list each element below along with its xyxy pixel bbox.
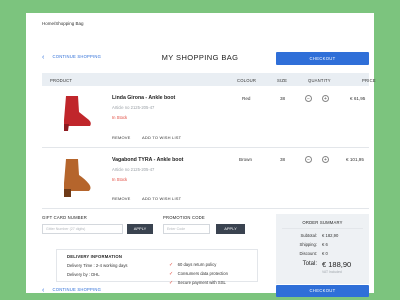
shipping-label: Shipping: <box>299 242 317 247</box>
stock-status: In Stock <box>112 177 128 182</box>
chevron-left-icon: ‹ <box>42 287 45 294</box>
gift-card-apply-button[interactable]: APPLY <box>127 224 153 234</box>
col-price: PRICE <box>362 77 376 83</box>
delivery-info-box: DELIVERY INFORMATION Delivery Time : 2-4… <box>56 249 258 286</box>
add-to-wishlist-button[interactable]: ADD TO WISH LIST <box>142 135 181 140</box>
product-price: € 101,95 <box>346 157 364 162</box>
article-number: Article no 2125-205-47 <box>112 167 155 172</box>
vat-note: VAT Included <box>322 270 342 274</box>
subtotal-label: Subtotal: <box>300 233 317 238</box>
promo-code-input[interactable]: Enter Code <box>163 224 210 234</box>
discount-value: € 0 <box>322 251 328 256</box>
increase-qty-button[interactable]: + <box>322 95 329 102</box>
stock-status: In Stock <box>112 115 128 120</box>
total-value: € 188,90 <box>322 260 352 269</box>
product-image-red-boot[interactable] <box>56 90 96 134</box>
checkout-button-bottom[interactable]: CHECKOUT <box>276 285 369 297</box>
col-size: SIZE <box>277 77 288 83</box>
product-name[interactable]: Vagabond TYRA - Ankle boot <box>112 157 183 163</box>
shipping-value: € 6 <box>322 242 328 247</box>
subtotal-value: € 182,90 <box>322 233 339 238</box>
discount-label: Discount: <box>299 251 317 256</box>
col-quantity: QUANTITY <box>308 77 331 83</box>
check-icon: ✓ <box>169 280 174 286</box>
delivery-heading: DELIVERY INFORMATION <box>67 254 123 259</box>
col-product: PRODUCT <box>50 77 73 83</box>
add-to-wishlist-button[interactable]: ADD TO WISH LIST <box>142 196 181 201</box>
checkout-button-top[interactable]: CHECKOUT <box>276 52 369 65</box>
table-header: PRODUCT COLOUR SIZE QUANTITY PRICE <box>42 73 376 86</box>
decrease-qty-button[interactable]: − <box>305 156 312 163</box>
product-colour: Red <box>242 96 251 101</box>
delivery-carrier: Delivery by : DHL <box>67 272 100 277</box>
delivery-time: Delivery Time : 2-4 working days <box>67 263 128 268</box>
promo-code-apply-button[interactable]: APPLY <box>216 224 245 234</box>
promo-code-label: PROMOTION CODE <box>163 215 205 220</box>
article-number: Article no 2125-205-47 <box>112 105 155 110</box>
product-name[interactable]: Linda Girona - Ankle boot <box>112 95 175 101</box>
order-summary-heading: ORDER SUMMARY <box>302 220 343 225</box>
product-size: 38 <box>280 96 286 101</box>
divider <box>42 208 369 209</box>
product-price: € 61,95 <box>350 96 366 101</box>
gift-card-label: GIFT CARD NUMBER <box>42 215 87 220</box>
increase-qty-button[interactable]: + <box>322 156 329 163</box>
continue-shopping-link-bottom[interactable]: ‹ CONTINUE SHOPPING <box>42 287 101 294</box>
remove-button[interactable]: REMOVE <box>112 135 131 140</box>
product-colour: Brown <box>239 157 253 162</box>
gift-card-input[interactable]: Gitter Number (27 digits) <box>42 224 123 234</box>
col-colour: COLOUR <box>237 77 257 83</box>
benefit-item: ✓ Secure payment with SSL <box>169 280 226 286</box>
divider <box>42 147 369 148</box>
product-image-brown-boot[interactable] <box>56 155 96 199</box>
divider <box>282 228 363 229</box>
decrease-qty-button[interactable]: − <box>305 95 312 102</box>
breadcrumb[interactable]: Home/Shopping Bag <box>42 21 84 26</box>
product-size: 38 <box>280 157 286 162</box>
order-summary-panel: ORDER SUMMARY Subtotal: € 182,90 Shippin… <box>276 214 369 284</box>
total-label: Total: <box>302 261 317 267</box>
shopping-bag-page: Home/Shopping Bag ‹ CONTINUE SHOPPING MY … <box>26 13 376 297</box>
remove-button[interactable]: REMOVE <box>112 196 131 201</box>
